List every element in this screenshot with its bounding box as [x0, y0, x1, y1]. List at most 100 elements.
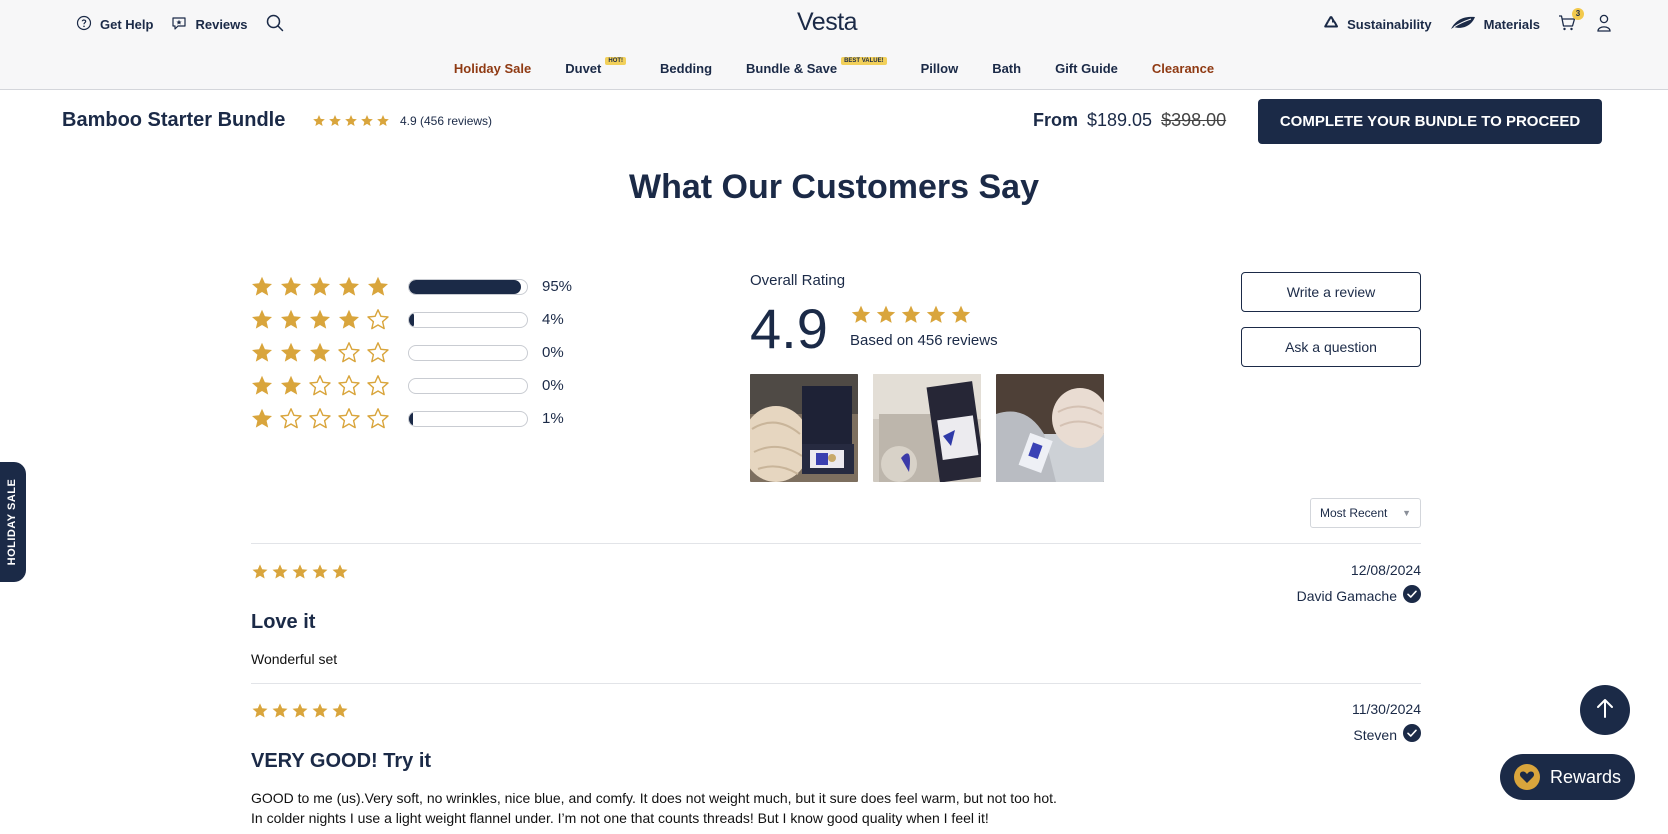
cart-button[interactable]: 3 [1558, 8, 1584, 34]
star-filled-icon [925, 304, 947, 326]
rating-distribution: 95% 4% 0% 0% 1% [250, 270, 572, 435]
holiday-sale-tab[interactable]: HOLIDAY SALE [0, 462, 26, 582]
star-filled-icon [875, 304, 897, 326]
product-rating[interactable]: 4.9 (456 reviews) [312, 114, 492, 128]
nav-label: Bath [992, 60, 1022, 76]
star-filled-icon [251, 563, 269, 581]
customer-photos [750, 374, 1104, 482]
price-from-label: From [1033, 110, 1078, 130]
star-filled-icon [279, 275, 303, 299]
nav-item-bedding[interactable]: Bedding [643, 56, 729, 80]
distribution-bar [408, 344, 528, 361]
overall-review-count: Based on 456 reviews [850, 332, 998, 349]
star-empty-icon [366, 341, 390, 365]
star-filled-icon [308, 308, 332, 332]
verified-check-icon [1403, 724, 1421, 745]
distribution-bar-fill [409, 411, 413, 426]
search-button[interactable] [266, 14, 284, 35]
nav-item-pillow[interactable]: Pillow [904, 56, 976, 80]
sustainability-label: Sustainability [1347, 16, 1432, 32]
nav-label: Clearance [1151, 60, 1215, 76]
star-filled-icon [312, 114, 326, 128]
reviews-label: Reviews [195, 16, 248, 32]
utility-nav-left: Get Help Reviews [76, 12, 284, 36]
distribution-percent: 95% [542, 278, 573, 295]
star-filled-icon [250, 341, 274, 365]
nav-item-duvet[interactable]: Duvet HOT! [548, 56, 643, 80]
star-filled-icon [251, 702, 269, 720]
nav-label: Holiday Sale [453, 60, 532, 76]
star-filled-icon [366, 275, 390, 299]
product-rating-stars [312, 114, 390, 128]
review-author: David Gamache [1297, 585, 1421, 606]
vesta-logo[interactable]: Vesta [797, 8, 858, 37]
star-empty-icon [337, 374, 361, 398]
star-filled-icon [337, 275, 361, 299]
customer-photo[interactable] [996, 374, 1104, 482]
nav-label: Bedding [660, 60, 713, 76]
customer-photo[interactable] [873, 374, 981, 482]
reviews-section-title: What Our Customers Say [629, 168, 1039, 206]
overall-rating-stars [850, 304, 972, 326]
distribution-stars [250, 374, 408, 398]
price-area: From $189.05 $398.00 [1033, 110, 1226, 131]
review-author: Steven [1353, 724, 1421, 745]
review-date: 12/08/2024 [1350, 562, 1421, 578]
distribution-stars [250, 275, 408, 299]
rewards-button[interactable]: Rewards [1500, 754, 1635, 800]
cart-count-badge: 3 [1572, 8, 1584, 20]
review-author-name: Steven [1353, 726, 1397, 743]
distribution-row-2[interactable]: 0% [250, 369, 572, 402]
ask-question-button[interactable]: Ask a question [1241, 327, 1421, 367]
help-circle-icon [76, 15, 92, 34]
customer-photo[interactable] [750, 374, 858, 482]
star-filled-icon [331, 702, 349, 720]
distribution-bar [408, 410, 528, 427]
overall-rating-label: Overall Rating [750, 272, 846, 289]
distribution-percent: 0% [542, 344, 564, 361]
nav-item-bundle-save[interactable]: Bundle & Save BEST VALUE! [729, 56, 904, 80]
best-value-badge: BEST VALUE! [841, 57, 887, 65]
nav-item-clearance[interactable]: Clearance [1135, 56, 1231, 80]
star-filled-icon [376, 114, 390, 128]
materials-label: Materials [1483, 16, 1540, 32]
scroll-to-top-button[interactable] [1580, 685, 1630, 735]
star-empty-icon [308, 407, 332, 431]
distribution-row-5[interactable]: 95% [250, 270, 572, 303]
heart-icon [1514, 764, 1540, 790]
sustainability-link[interactable]: Sustainability [1323, 15, 1432, 34]
nav-item-holiday-sale[interactable]: Holiday Sale [437, 56, 548, 80]
distribution-row-4[interactable]: 4% [250, 303, 572, 336]
nav-item-gift-guide[interactable]: Gift Guide [1038, 56, 1135, 80]
verified-check-icon [1403, 585, 1421, 606]
nav-label: Gift Guide [1055, 60, 1118, 76]
distribution-percent: 1% [542, 410, 564, 427]
sort-select[interactable]: Most Recent ▼ [1310, 498, 1421, 528]
star-filled-icon [250, 374, 274, 398]
reviews-link[interactable]: Reviews [171, 15, 248, 34]
review-divider [251, 683, 1421, 684]
sort-selected-value: Most Recent [1320, 506, 1388, 520]
get-help-link[interactable]: Get Help [76, 15, 153, 34]
distribution-row-3[interactable]: 0% [250, 336, 572, 369]
reviews-icon [171, 15, 187, 34]
star-filled-icon [950, 304, 972, 326]
distribution-row-1[interactable]: 1% [250, 402, 572, 435]
star-filled-icon [311, 563, 329, 581]
star-filled-icon [271, 563, 289, 581]
main-nav: Holiday Sale Duvet HOT! Bedding Bundle & … [0, 56, 1668, 80]
star-filled-icon [331, 563, 349, 581]
materials-link[interactable]: Materials [1450, 15, 1540, 34]
review-date: 11/30/2024 [1351, 701, 1421, 717]
nav-label: Duvet [565, 60, 602, 76]
complete-bundle-button[interactable]: COMPLETE YOUR BUNDLE TO PROCEED [1258, 99, 1602, 144]
recycle-icon [1323, 15, 1339, 34]
account-button[interactable] [1596, 14, 1612, 35]
write-review-button[interactable]: Write a review [1241, 272, 1421, 312]
star-filled-icon [360, 114, 374, 128]
review-title: VERY GOOD! Try it [251, 750, 432, 772]
star-filled-icon [279, 341, 303, 365]
nav-item-bath[interactable]: Bath [975, 56, 1038, 80]
review-stars [251, 702, 349, 720]
star-filled-icon [279, 374, 303, 398]
